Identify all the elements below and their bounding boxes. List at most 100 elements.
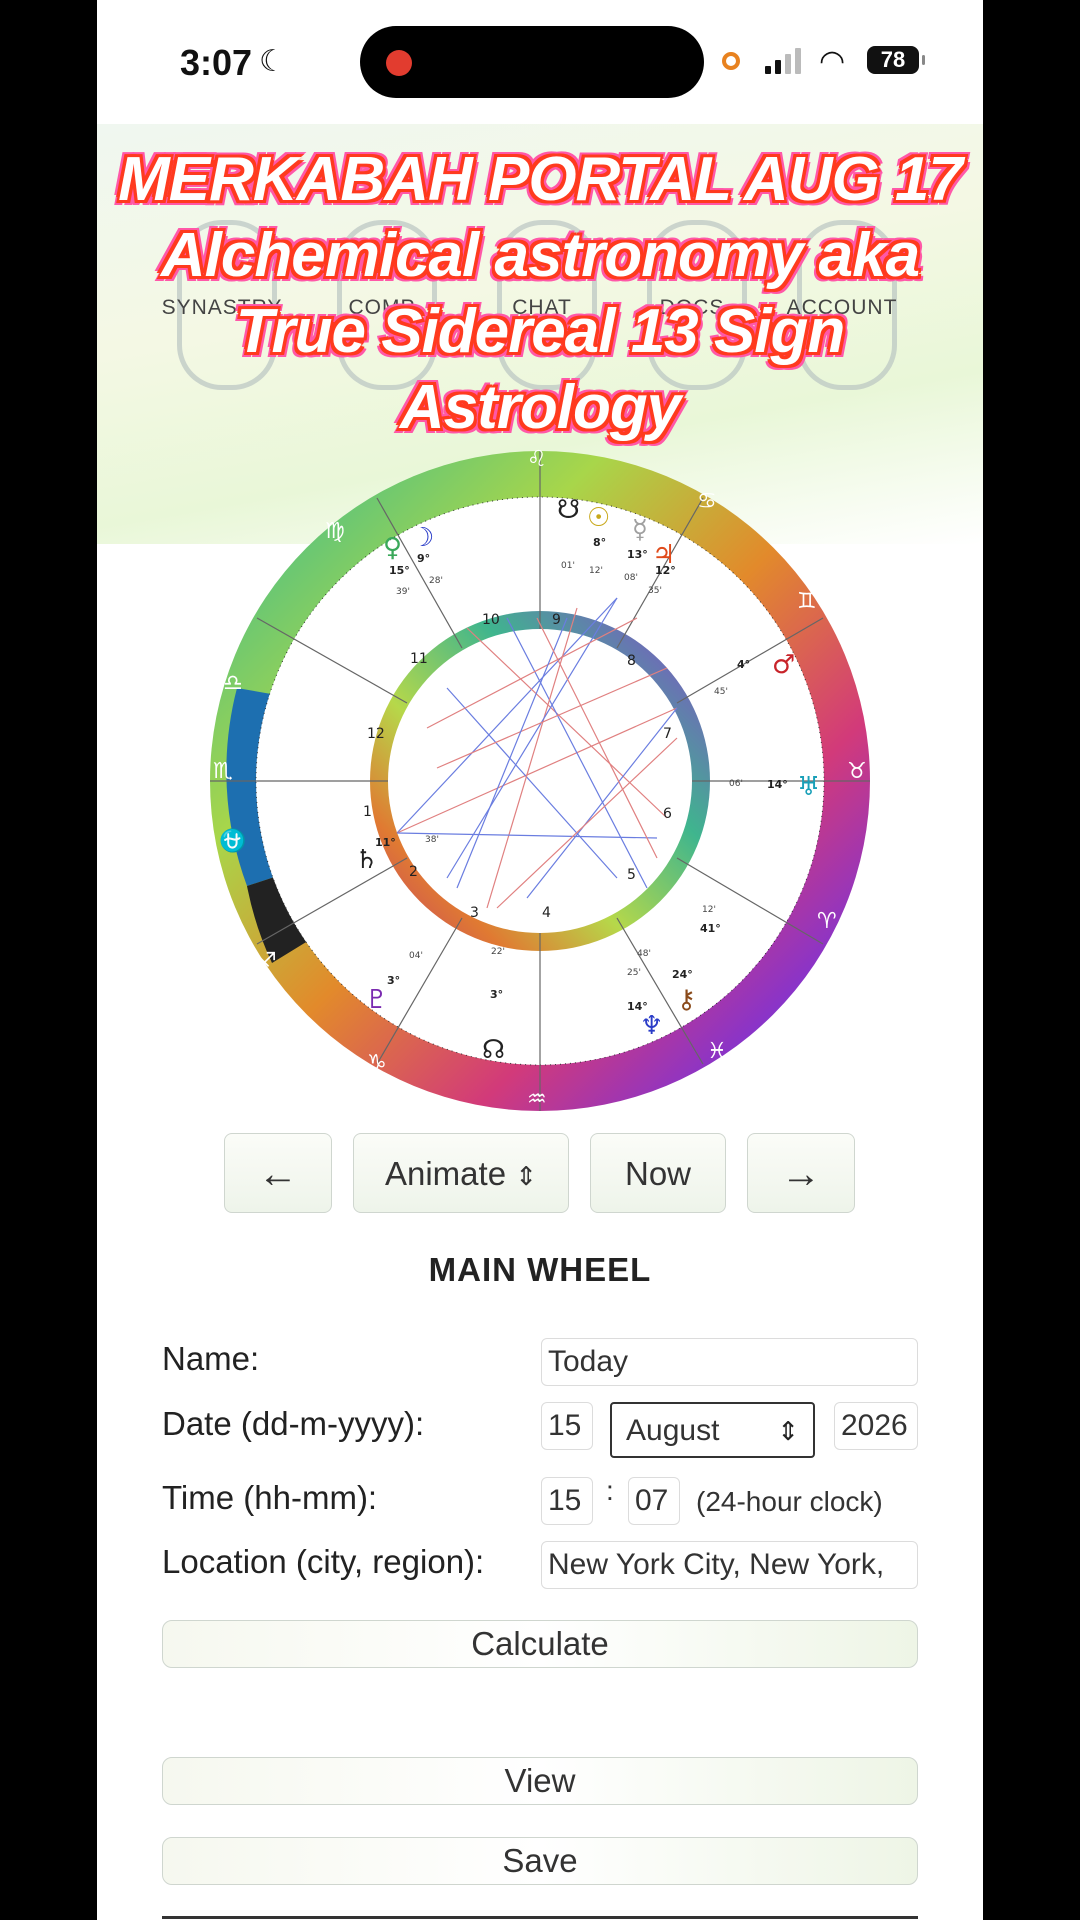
house-label: 2 [409,864,418,880]
degree-label: 13° [627,548,648,561]
divider [162,1916,918,1919]
degree-label: 41° [700,922,721,935]
degree-label: 9° [417,552,430,565]
minute-label: 35' [648,586,662,596]
battery-indicator: 78 [867,46,925,74]
capricorn-icon: ♑ [367,1051,387,1076]
minute-label: 45' [714,687,728,697]
month-value: August [626,1414,720,1447]
minute-label: 06' [729,779,743,789]
venus-icon: ♀ [383,533,402,563]
now-button[interactable]: Now [590,1133,726,1213]
libra-icon: ♎ [223,671,243,696]
aquarius-icon: ♒ [527,1087,547,1112]
neptune-icon: ♆ [640,1011,663,1041]
animate-label: Animate [384,1155,507,1192]
caption-line-3: True Sidereal 13 Sign [235,297,845,366]
overlay-caption: MERKABAH PORTAL AUG 17 Alchemical astron… [97,142,983,446]
house-label: 6 [663,806,672,822]
house-label: 4 [542,905,551,921]
animate-select[interactable]: Animate ⇕ [353,1133,569,1213]
year-input[interactable]: 2026 [834,1402,918,1450]
status-bar: 3:07 ☾ ◠ 78 [97,0,983,124]
moon-icon: ☾ [259,45,286,78]
view-button[interactable]: View [162,1757,918,1805]
calculate-button[interactable]: Calculate [162,1620,918,1668]
degree-label: 3° [490,988,503,1001]
dynamic-island [360,26,704,98]
phone-screen: 3:07 ☾ ◠ 78 SYNASTRY COMP CHAT DOCS ACCO… [97,0,983,1920]
mercury-icon: ☿ [632,515,648,545]
house-label: 10 [482,612,500,628]
location-label: Location (city, region): [162,1543,485,1580]
virgo-icon: ♍ [325,519,345,544]
degree-label: 24° [672,968,693,981]
status-time: 3:07 [180,42,253,83]
south-node-icon: ☋ [557,495,580,525]
taurus-icon: ♉ [847,759,867,784]
month-select[interactable]: August ⇕ [610,1402,815,1458]
arrow-left-icon: ← [258,1152,298,1196]
minute-label: 22' [491,947,505,957]
house-label: 5 [627,867,636,883]
minute-label: 01' [561,561,575,571]
ophiuchus-icon: ⛎ [219,828,246,854]
pluto-icon: ♇ [365,985,388,1015]
chevron-updown-icon: ⇕ [777,1416,799,1446]
caption-line-1: MERKABAH PORTAL AUG 17 [118,145,963,214]
minute-label: 12' [589,566,603,576]
house-label: 1 [363,804,372,820]
house-label: 9 [552,612,561,628]
leo-icon: ♌ [527,447,547,472]
cancer-icon: ♋ [697,489,717,514]
pisces-icon: ♓ [707,1039,727,1064]
main-wheel-title: MAIN WHEEL [428,1251,652,1288]
save-button[interactable]: Save [162,1837,918,1885]
minute-label: 04' [409,951,423,961]
saturn-icon: ♄ [355,845,378,875]
signal-icon [765,48,805,74]
degree-label: 12° [655,564,676,577]
name-label: Name: [162,1340,260,1377]
degree-label: 14° [767,778,788,791]
house-label: 8 [627,653,636,669]
astrology-wheel: 1 2 3 4 5 6 7 8 9 10 11 12 ♌ ♋ ♊ ♉ ♈ ♓ ♒… [210,447,870,1112]
time-label: Time (hh-mm): [162,1479,378,1516]
clock-hint: (24-hour clock) [696,1486,883,1517]
hour-input[interactable]: 15 [541,1477,593,1525]
next-button[interactable]: → [747,1133,855,1213]
caption-line-4: Astrology [399,373,681,442]
degree-label: 15° [389,564,410,577]
previous-button[interactable]: ← [224,1133,332,1213]
house-label: 12 [367,726,385,742]
caption-line-2: Alchemical astronomy aka [160,221,920,290]
degree-label: 3° [387,974,400,987]
scorpio-icon: ♏ [213,759,233,784]
north-node-icon: ☊ [482,1035,505,1065]
minute-label: 38' [425,835,439,845]
minute-label: 25' [627,968,641,978]
degree-label: 14° [627,1000,648,1013]
sun-icon: ☉ [587,503,610,533]
moon-icon: ☽ [411,523,434,553]
location-input[interactable]: New York City, New York, [541,1541,918,1589]
minute-label: 08' [624,573,638,583]
sagittarius-icon: ♐ [257,949,277,974]
minute-label: 28' [429,576,443,586]
uranus-icon: ♅ [797,772,820,802]
recording-icon [386,50,412,76]
name-input[interactable]: Today [541,1338,918,1386]
mars-icon: ♂ [772,650,795,680]
mic-indicator-icon [722,52,740,70]
time-separator: : [606,1475,614,1506]
arrow-right-icon: → [781,1152,821,1196]
aries-icon: ♈ [817,909,837,934]
chiron-icon: ⚷ [677,985,696,1015]
date-label: Date (dd-m-yyyy): [162,1405,425,1442]
minute-input[interactable]: 07 [628,1477,680,1525]
house-label: 7 [663,726,672,742]
minute-label: 12' [702,905,716,915]
day-input[interactable]: 15 [541,1402,593,1450]
minute-label: 39' [396,587,410,597]
minute-label: 48' [637,949,651,959]
